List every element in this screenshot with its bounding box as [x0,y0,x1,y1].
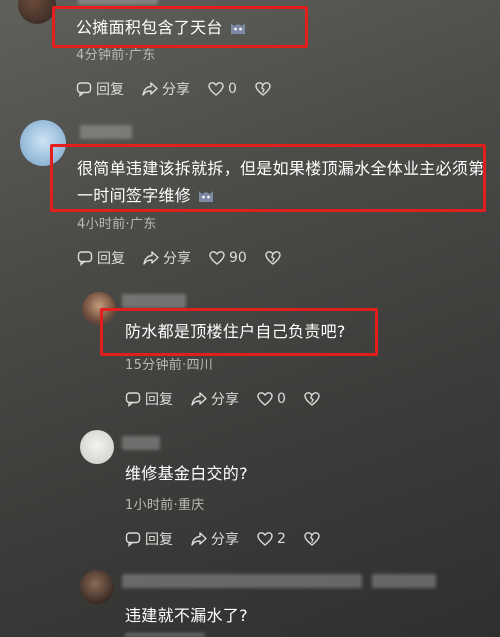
share-icon [142,82,158,96]
like-count: 0 [228,81,237,97]
share-label: 分享 [162,82,190,98]
avatar[interactable] [80,570,114,604]
like-count: 90 [229,250,247,266]
reply-button[interactable]: 回复 [125,529,173,549]
comment-meta: 4小时前·广东 [77,217,157,232]
username-blurred [122,436,160,450]
username-blurred [78,0,158,5]
share-icon [191,532,207,546]
reply-icon [77,251,93,266]
heart-icon [257,532,273,546]
like-count: 0 [277,391,286,407]
reply-icon [125,392,141,407]
broken-heart-icon [304,392,320,406]
highlight-box [100,308,378,356]
comment-meta: 1小时前·重庆 [125,498,205,513]
reply-label: 回复 [145,532,173,548]
comment-actions: 回复 分享 2 [125,529,342,549]
comment-text: 维修基金白交的? [125,464,248,483]
dislike-button[interactable] [265,250,285,266]
heart-icon [208,82,224,96]
dislike-button[interactable] [304,531,324,547]
share-button[interactable]: 分享 [143,248,191,268]
share-button[interactable]: 分享 [142,79,190,99]
share-icon [143,251,159,265]
like-button[interactable]: 90 [209,250,247,266]
like-button[interactable]: 2 [257,531,286,547]
comment-meta-cutoff [125,633,205,637]
share-label: 分享 [211,392,239,408]
heart-icon [257,392,273,406]
share-icon [191,392,207,406]
username-blurred [80,125,132,139]
comment-text: 违建就不漏水了? [125,606,248,625]
reply-icon [76,82,92,97]
broken-heart-icon [255,82,271,96]
comment-meta: 15分钟前·四川 [125,358,214,373]
like-button[interactable]: 0 [257,391,286,407]
share-label: 分享 [163,251,191,267]
username-blurred [122,574,362,588]
dislike-button[interactable] [255,81,275,97]
avatar[interactable] [18,0,56,24]
reply-button[interactable]: 回复 [76,79,124,99]
share-label: 分享 [211,532,239,548]
highlight-box [50,144,486,212]
heart-icon [209,251,225,265]
reply-label: 回复 [97,251,125,267]
dislike-button[interactable] [304,391,324,407]
reply-icon [125,532,141,547]
comment-actions: 回复 分享 0 [125,389,342,409]
username-blurred [122,294,186,308]
comment-actions: 回复 分享 90 [77,248,303,268]
reply-button[interactable]: 回复 [77,248,125,268]
broken-heart-icon [265,251,281,265]
avatar[interactable] [80,430,114,464]
username-blurred [372,574,436,588]
highlight-box [52,6,308,48]
reply-label: 回复 [145,392,173,408]
like-count: 2 [277,531,286,547]
comment-actions: 回复 分享 0 [76,79,293,99]
reply-button[interactable]: 回复 [125,389,173,409]
share-button[interactable]: 分享 [191,389,239,409]
broken-heart-icon [304,532,320,546]
reply-label: 回复 [96,82,124,98]
share-button[interactable]: 分享 [191,529,239,549]
like-button[interactable]: 0 [208,81,237,97]
